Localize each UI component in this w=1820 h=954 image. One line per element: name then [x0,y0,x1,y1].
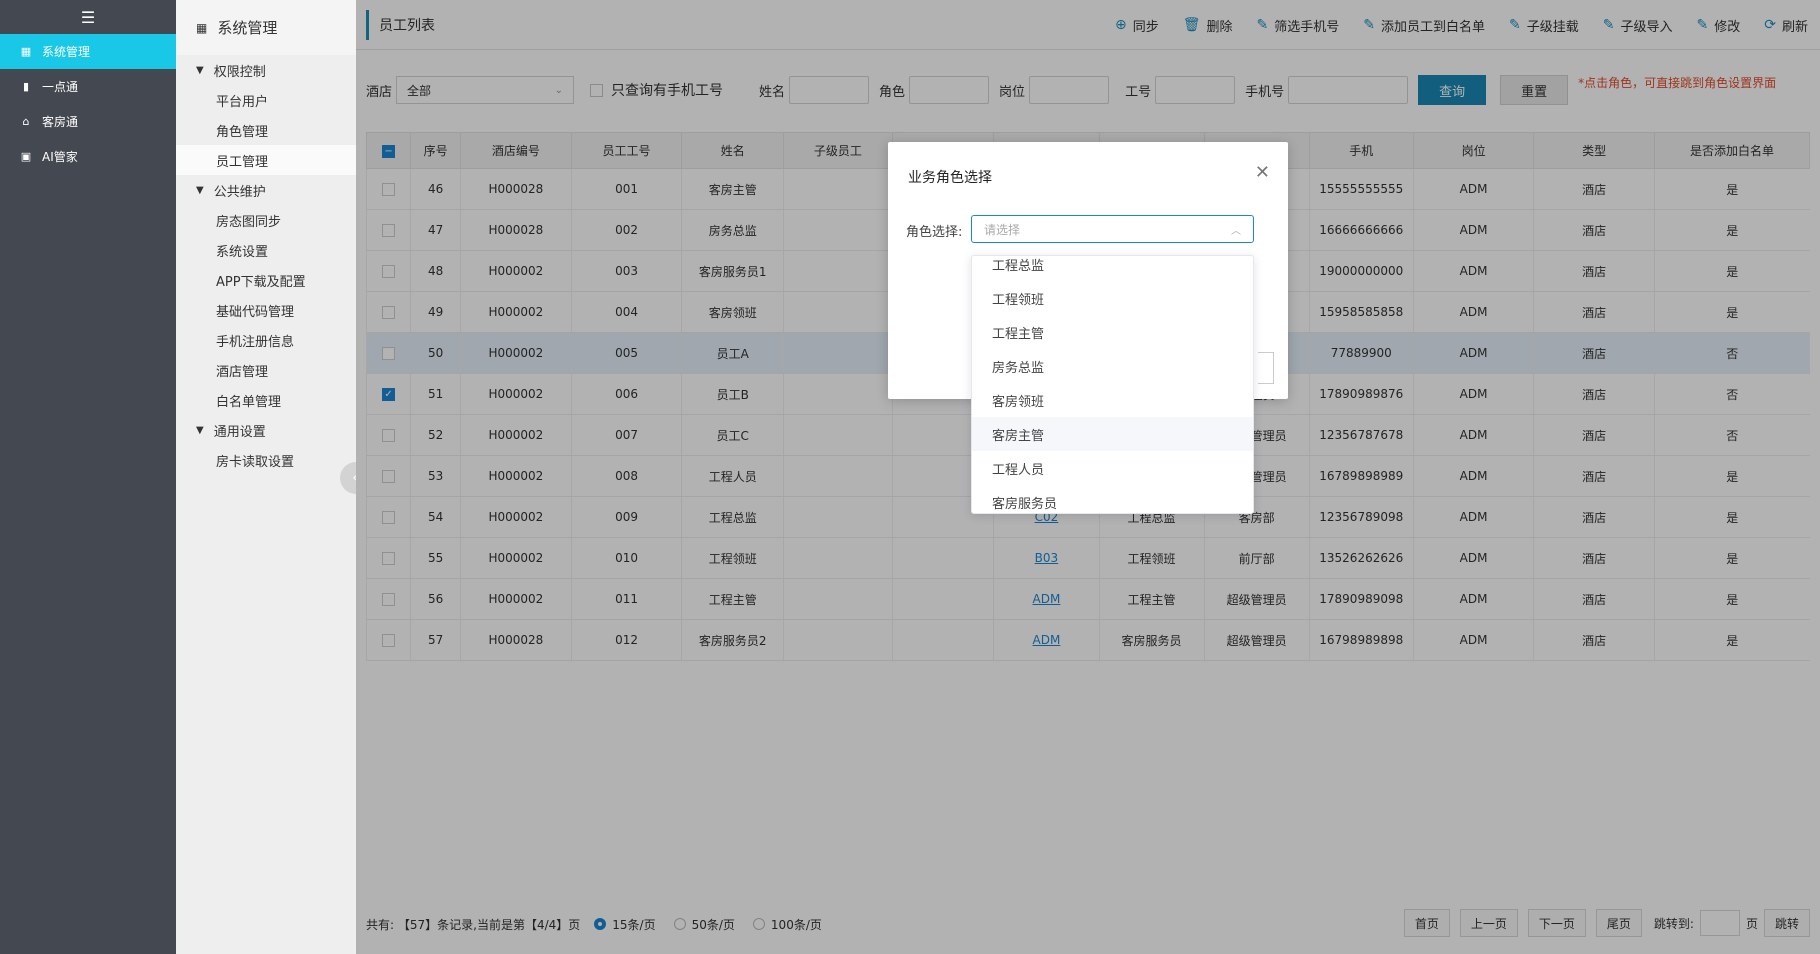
sidebar-group-label: 权限控制 [213,64,266,80]
chevron-up-icon: ︿ [1231,225,1241,237]
robot-icon: ▣ [20,150,32,163]
sidebar-item[interactable]: 系统设置 [176,235,356,265]
sidebar-item[interactable]: 手机注册信息 [176,325,356,355]
caret-down-icon: ▼ [196,424,204,436]
nav-item-label: 客房通 [42,115,79,129]
sidebar-header: ▦ 系统管理 [176,0,356,55]
sidebar-group[interactable]: ▼ 公共维护 [176,175,356,205]
grid-icon: ▦ [20,45,32,58]
sidebar-group[interactable]: ▼ 权限控制 [176,55,356,85]
role-option[interactable]: 房务总监 [972,349,1253,383]
sidebar-tree: ▼ 权限控制平台用户 角色管理 员工管理 ▼ 公共维护房态图同步 系统设置 APP下载及配置基… [176,55,356,475]
role-option-list: 工程总监 工程领班 工程主管 房务总监 客房领班 客房主管 工程人员 客房服务员 [972,256,1253,513]
role-field-label: 角色选择: [906,225,963,240]
sidebar-item[interactable]: 酒店管理 [176,355,356,385]
sidebar-group-label: 公共维护 [213,184,266,200]
nav-item-label: AI管家 [42,150,78,164]
close-icon[interactable]: ✕ [1255,162,1270,183]
home-icon: ⌂ [22,115,30,128]
nav-item[interactable]: ▦ 系统管理 [0,34,176,69]
main-nav: ☰ ▦ 系统管理 ▮ 一点通 ⌂ 客房通 ▣ AI管家 [0,0,176,954]
role-option[interactable]: 工程领班 [972,281,1253,315]
sidebar-item[interactable]: 基础代码管理 [176,295,356,325]
main-nav-list: ▦ 系统管理 ▮ 一点通 ⌂ 客房通 ▣ AI管家 [0,34,176,174]
nav-item[interactable]: ⌂ 客房通 [0,104,176,139]
sidebar-group[interactable]: ▼ 通用设置 [176,415,356,445]
dialog-title: 业务角色选择 [908,170,992,186]
role-option[interactable]: 工程总监 [972,256,1253,281]
nav-item-label: 系统管理 [42,45,91,59]
sidebar-item[interactable]: 房卡读取设置 [176,445,356,475]
caret-down-icon: ▼ [196,64,204,76]
role-option[interactable]: 工程人员 [972,451,1253,485]
grid-icon: ▦ [196,20,208,35]
sidebar-item[interactable]: 员工管理 [176,145,356,175]
role-select-placeholder: 请选择 [984,222,1021,237]
role-option[interactable]: 客房服务员 [972,485,1253,513]
nav-item[interactable]: ▮ 一点通 [0,69,176,104]
dialog-button[interactable] [1258,352,1274,384]
role-select[interactable]: 请选择 ︿ [971,215,1254,243]
sidebar-item[interactable]: APP下载及配置 [176,265,356,295]
sidebar-item[interactable]: 白名单管理 [176,385,356,415]
role-option[interactable]: 工程主管 [972,315,1253,349]
menu-toggle-icon[interactable]: ☰ [0,0,176,34]
nav-item-label: 一点通 [42,80,79,94]
sidebar-item[interactable]: 平台用户 [176,85,356,115]
role-option[interactable]: 客房领班 [972,383,1253,417]
sidebar-group-label: 通用设置 [213,424,266,440]
caret-down-icon: ▼ [196,184,204,196]
role-option[interactable]: 客房主管 [972,417,1253,451]
secondary-sidebar: ▦ 系统管理 ▼ 权限控制平台用户 角色管理 员工管理 ▼ 公共维护房态图同步 系统设置 AP… [176,0,356,954]
role-dropdown-menu: 工程总监 工程领班 工程主管 房务总监 客房领班 客房主管 工程人员 客房服务员 [971,255,1254,514]
sidebar-item[interactable]: 角色管理 [176,115,356,145]
nav-item[interactable]: ▣ AI管家 [0,139,176,174]
sidebar-item[interactable]: 房态图同步 [176,205,356,235]
bar-chart-icon: ▮ [22,80,30,93]
sidebar-title: 系统管理 [217,19,278,37]
